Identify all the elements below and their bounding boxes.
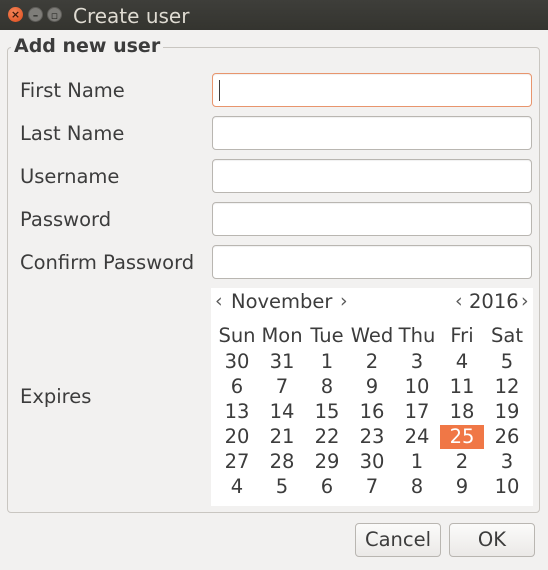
minimize-window-icon[interactable]: – [28, 7, 43, 22]
calendar-day[interactable]: 10 [395, 375, 439, 399]
calendar-day[interactable]: 1 [395, 450, 439, 474]
weekday-header: Fri [450, 324, 474, 347]
calendar-day[interactable]: 6 [215, 375, 259, 399]
calendar-day[interactable]: 3 [485, 450, 529, 474]
calendar-day[interactable]: 15 [305, 400, 349, 424]
window-title: Create user [73, 4, 190, 28]
confirm-password-field[interactable] [212, 245, 532, 279]
calendar-day[interactable]: 14 [260, 400, 304, 424]
prev-year-icon[interactable]: ‹ [455, 290, 463, 312]
calendar-day[interactable]: 1 [305, 350, 349, 374]
calendar-day[interactable]: 20 [215, 425, 259, 449]
calendar-day[interactable]: 27 [215, 450, 259, 474]
calendar-day[interactable]: 24 [395, 425, 439, 449]
calendar-day[interactable]: 26 [485, 425, 529, 449]
calendar-month: November [231, 290, 333, 313]
calendar-day[interactable]: 5 [260, 475, 304, 499]
calendar-day[interactable]: 8 [305, 375, 349, 399]
calendar-day[interactable]: 21 [260, 425, 304, 449]
expires-label: Expires [20, 385, 92, 408]
calendar-day[interactable]: 16 [350, 400, 394, 424]
calendar-day[interactable]: 3 [395, 350, 439, 374]
calendar-day-selected[interactable]: 25 [440, 425, 484, 449]
maximize-window-icon[interactable]: ▫ [47, 7, 62, 22]
weekday-header: Thu [398, 324, 436, 347]
calendar-day[interactable]: 22 [305, 425, 349, 449]
weekday-header: Mon [261, 324, 303, 347]
weekday-header: Tue [310, 324, 344, 347]
username-label: Username [20, 165, 120, 188]
calendar-day[interactable]: 6 [305, 475, 349, 499]
calendar-day[interactable]: 2 [440, 450, 484, 474]
username-field[interactable] [212, 159, 532, 193]
calendar-day[interactable]: 19 [485, 400, 529, 424]
calendar-day[interactable]: 28 [260, 450, 304, 474]
calendar-day[interactable]: 30 [350, 450, 394, 474]
calendar-day[interactable]: 31 [260, 350, 304, 374]
first-name-label: First Name [20, 79, 125, 102]
ok-button[interactable]: OK [449, 523, 535, 557]
prev-month-icon[interactable]: ‹ [215, 290, 223, 312]
calendar-day[interactable]: 8 [395, 475, 439, 499]
expires-calendar[interactable]: ‹ November › ‹ 2016 › Sun Mon Tue Wed Thu Fri… [211, 288, 533, 506]
calendar-day[interactable]: 5 [485, 350, 529, 374]
calendar-day[interactable]: 9 [440, 475, 484, 499]
calendar-day[interactable]: 10 [485, 475, 529, 499]
last-name-field[interactable] [212, 116, 532, 150]
password-field[interactable] [212, 202, 532, 236]
calendar-day[interactable]: 12 [485, 375, 529, 399]
calendar-day[interactable]: 17 [395, 400, 439, 424]
first-name-field[interactable] [212, 73, 532, 107]
frame-title: Add new user [11, 35, 164, 57]
calendar-day[interactable]: 29 [305, 450, 349, 474]
weekday-header: Wed [350, 324, 394, 347]
calendar-day[interactable]: 7 [350, 475, 394, 499]
cancel-button[interactable]: Cancel [355, 523, 441, 557]
calendar-day[interactable]: 9 [350, 375, 394, 399]
calendar-day[interactable]: 13 [215, 400, 259, 424]
calendar-day[interactable]: 18 [440, 400, 484, 424]
calendar-day[interactable]: 4 [440, 350, 484, 374]
close-window-icon[interactable]: × [8, 7, 23, 22]
password-label: Password [20, 208, 112, 231]
calendar-day[interactable]: 30 [215, 350, 259, 374]
text-caret [219, 80, 220, 101]
calendar-day[interactable]: 2 [350, 350, 394, 374]
window-titlebar: × – ▫ Create user [0, 0, 548, 30]
next-month-icon[interactable]: › [340, 290, 348, 312]
calendar-day[interactable]: 4 [215, 475, 259, 499]
last-name-label: Last Name [20, 122, 125, 145]
calendar-year: 2016 [469, 290, 519, 313]
calendar-day[interactable]: 11 [440, 375, 484, 399]
next-year-icon[interactable]: › [521, 290, 529, 312]
confirm-password-label: Confirm Password [20, 251, 195, 274]
weekday-header: Sun [218, 324, 256, 347]
calendar-day[interactable]: 7 [260, 375, 304, 399]
calendar-day[interactable]: 23 [350, 425, 394, 449]
weekday-header: Sat [491, 324, 523, 347]
